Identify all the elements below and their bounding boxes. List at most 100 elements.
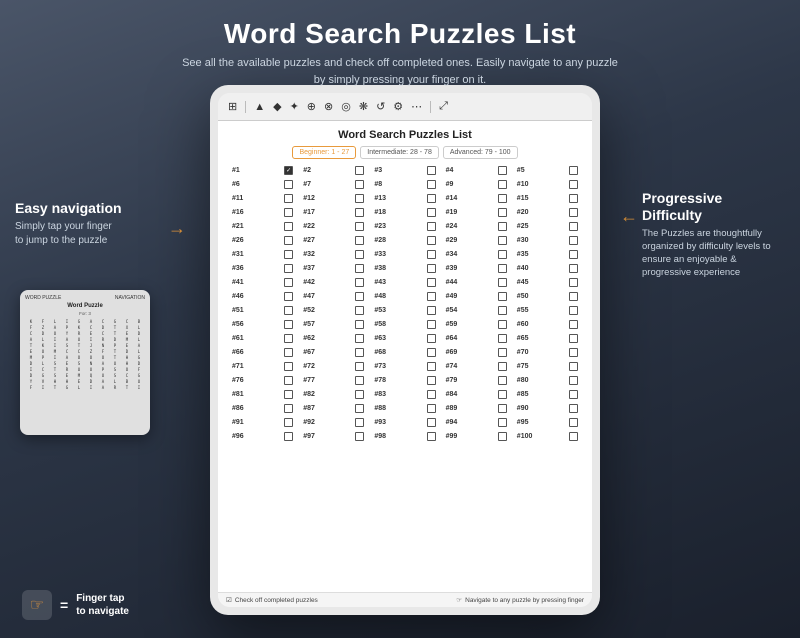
puzzle-checkbox[interactable] [284, 222, 293, 231]
puzzle-item[interactable]: #89 [442, 402, 511, 414]
puzzle-checkbox[interactable] [427, 180, 436, 189]
puzzle-item[interactable]: #66 [228, 346, 297, 358]
toolbar-icon-gear[interactable]: ⚙ [391, 99, 405, 114]
puzzle-checkbox[interactable] [498, 418, 507, 427]
puzzle-checkbox[interactable] [569, 194, 578, 203]
puzzle-checkbox[interactable] [355, 404, 364, 413]
toolbar-icon-diamond[interactable]: ◆ [271, 99, 283, 114]
puzzle-checkbox[interactable] [569, 180, 578, 189]
puzzle-item[interactable]: #47 [299, 290, 368, 302]
puzzle-item[interactable]: #21 [228, 220, 297, 232]
puzzle-checkbox[interactable] [355, 222, 364, 231]
puzzle-checkbox[interactable] [355, 334, 364, 343]
puzzle-item[interactable]: #25 [513, 220, 582, 232]
puzzle-checkbox[interactable] [355, 362, 364, 371]
puzzle-checkbox[interactable] [498, 390, 507, 399]
puzzle-item[interactable]: #38 [370, 262, 439, 274]
puzzle-item[interactable]: #87 [299, 402, 368, 414]
puzzle-checkbox[interactable] [427, 334, 436, 343]
puzzle-checkbox[interactable] [284, 432, 293, 441]
puzzle-checkbox[interactable] [284, 180, 293, 189]
puzzle-checkbox[interactable] [355, 166, 364, 175]
puzzle-checkbox[interactable] [427, 208, 436, 217]
toolbar-icon-flower[interactable]: ❋ [357, 99, 370, 114]
puzzle-checkbox[interactable] [427, 222, 436, 231]
toolbar-icon-more[interactable]: ⋯ [409, 99, 424, 114]
puzzle-checkbox[interactable] [284, 362, 293, 371]
puzzle-item[interactable]: #51 [228, 304, 297, 316]
puzzle-item[interactable]: #70 [513, 346, 582, 358]
puzzle-item[interactable]: #84 [442, 388, 511, 400]
puzzle-item[interactable]: #37 [299, 262, 368, 274]
puzzle-item[interactable]: #97 [299, 430, 368, 442]
puzzle-item[interactable]: #73 [370, 360, 439, 372]
puzzle-item[interactable]: #6 [228, 178, 297, 190]
puzzle-item[interactable]: #78 [370, 374, 439, 386]
puzzle-checkbox[interactable] [569, 432, 578, 441]
puzzle-checkbox[interactable] [427, 264, 436, 273]
puzzle-checkbox[interactable] [569, 348, 578, 357]
puzzle-item[interactable]: #13 [370, 192, 439, 204]
puzzle-checkbox[interactable] [569, 264, 578, 273]
puzzle-checkbox[interactable] [498, 306, 507, 315]
puzzle-checkbox[interactable] [355, 348, 364, 357]
puzzle-checkbox[interactable] [569, 376, 578, 385]
puzzle-checkbox[interactable] [284, 278, 293, 287]
puzzle-checkbox[interactable] [498, 194, 507, 203]
puzzle-item[interactable]: #24 [442, 220, 511, 232]
puzzle-checkbox[interactable] [569, 222, 578, 231]
puzzle-item[interactable]: #42 [299, 276, 368, 288]
puzzle-item[interactable]: #83 [370, 388, 439, 400]
puzzle-item[interactable]: #80 [513, 374, 582, 386]
puzzle-checkbox[interactable] [569, 278, 578, 287]
puzzle-item[interactable]: #49 [442, 290, 511, 302]
puzzle-item[interactable]: #31 [228, 248, 297, 260]
puzzle-item[interactable]: #56 [228, 318, 297, 330]
puzzle-checkbox[interactable] [355, 376, 364, 385]
puzzle-item[interactable]: #19 [442, 206, 511, 218]
puzzle-item[interactable]: #36 [228, 262, 297, 274]
puzzle-item[interactable]: #48 [370, 290, 439, 302]
puzzle-item[interactable]: #55 [513, 304, 582, 316]
puzzle-item[interactable]: #50 [513, 290, 582, 302]
puzzle-checkbox[interactable] [284, 334, 293, 343]
toolbar-icon-triangle[interactable]: ▲ [252, 100, 267, 114]
puzzle-checkbox[interactable] [498, 404, 507, 413]
puzzle-checkbox[interactable] [355, 320, 364, 329]
toolbar-icon-plus-circle[interactable]: ⊕ [305, 99, 318, 114]
puzzle-checkbox[interactable] [355, 236, 364, 245]
toolbar-icon-cross-circle[interactable]: ⊗ [322, 99, 335, 114]
puzzle-item[interactable]: #54 [442, 304, 511, 316]
puzzle-checkbox[interactable] [569, 250, 578, 259]
puzzle-checkbox[interactable] [569, 236, 578, 245]
toolbar-icon-star[interactable]: ✦ [288, 99, 301, 114]
puzzle-item[interactable]: #3 [370, 164, 439, 176]
puzzle-item[interactable]: #34 [442, 248, 511, 260]
puzzle-item[interactable]: #76 [228, 374, 297, 386]
puzzle-checkbox[interactable] [355, 180, 364, 189]
puzzle-checkbox[interactable] [355, 292, 364, 301]
puzzle-checkbox[interactable] [569, 320, 578, 329]
puzzle-checkbox[interactable] [427, 432, 436, 441]
puzzle-checkbox[interactable] [284, 306, 293, 315]
tab-beginner[interactable]: Beginner: 1 - 27 [292, 146, 356, 159]
puzzle-item[interactable]: #61 [228, 332, 297, 344]
puzzle-item[interactable]: #75 [513, 360, 582, 372]
puzzle-item[interactable]: #86 [228, 402, 297, 414]
puzzle-checkbox[interactable] [427, 166, 436, 175]
puzzle-item[interactable]: #62 [299, 332, 368, 344]
puzzle-checkbox[interactable] [284, 376, 293, 385]
puzzle-checkbox[interactable] [498, 180, 507, 189]
puzzle-checkbox[interactable] [569, 306, 578, 315]
toolbar-icon-grid[interactable]: ⊞ [226, 99, 239, 114]
puzzle-checkbox[interactable] [427, 348, 436, 357]
puzzle-item[interactable]: #26 [228, 234, 297, 246]
puzzle-checkbox[interactable] [355, 390, 364, 399]
toolbar-icon-undo[interactable]: ↺ [374, 99, 387, 114]
puzzle-checkbox[interactable] [569, 418, 578, 427]
puzzle-checkbox[interactable] [427, 250, 436, 259]
puzzle-checkbox[interactable] [355, 418, 364, 427]
puzzle-item[interactable]: #99 [442, 430, 511, 442]
puzzle-item[interactable]: #17 [299, 206, 368, 218]
puzzle-checkbox[interactable] [427, 376, 436, 385]
